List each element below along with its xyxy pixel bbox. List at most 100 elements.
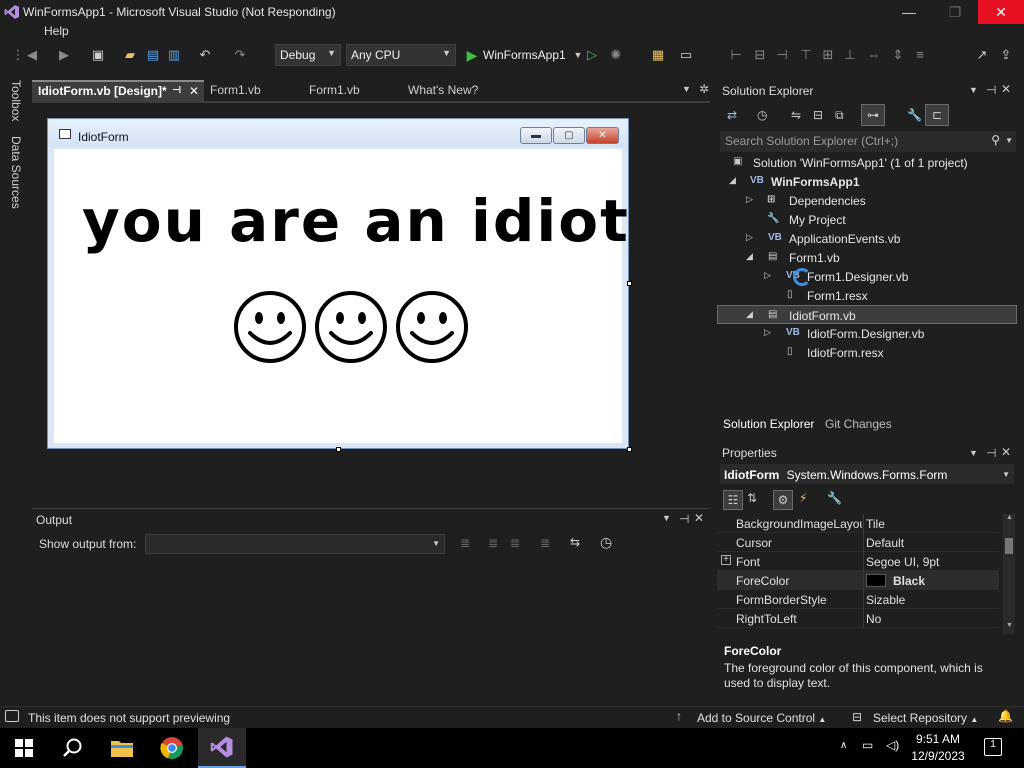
switch-views-icon[interactable]: ⇄: [727, 108, 737, 122]
collapse-icon[interactable]: ◢: [746, 251, 753, 262]
collapse-all-icon[interactable]: ⊟: [813, 108, 823, 122]
new-project-icon[interactable]: ▣: [90, 47, 106, 63]
tree-item-my-project[interactable]: 🔧 My Project: [717, 210, 1017, 229]
file-explorer-button[interactable]: [98, 728, 146, 768]
clock-icon[interactable]: ◷: [600, 534, 612, 551]
layout-icon[interactable]: ▭: [678, 47, 694, 63]
size-height-icon[interactable]: ⇕: [890, 47, 906, 63]
chevron-down-icon[interactable]: ▼: [969, 85, 978, 95]
share-icon[interactable]: ↗: [974, 47, 990, 63]
property-row[interactable]: FormBorderStyle Sizable: [717, 590, 999, 609]
history-icon[interactable]: ◷: [757, 108, 767, 122]
align-top-icon[interactable]: ⊤: [798, 47, 814, 63]
expand-icon[interactable]: +: [721, 555, 731, 565]
tab-form1-b[interactable]: Form1.vb: [303, 80, 402, 101]
run-target-label[interactable]: WinFormsApp1: [483, 48, 566, 62]
system-clock[interactable]: 9:51 AM 12/9/2023: [908, 731, 968, 765]
live-share-icon[interactable]: ⇪: [998, 47, 1014, 63]
collapse-icon[interactable]: ◢: [746, 309, 753, 320]
tab-idiotform-design[interactable]: IdiotForm.vb [Design]* ⊣ ✕: [32, 80, 204, 101]
open-folder-icon[interactable]: ▰: [122, 47, 138, 63]
find-message-icon[interactable]: ≣: [460, 536, 470, 550]
alphabetical-icon[interactable]: ⇅: [747, 491, 757, 505]
preview-selected-icon[interactable]: ⊶: [861, 104, 885, 126]
add-to-source-control[interactable]: Add to Source Control ▲: [697, 711, 826, 725]
tab-form1-a[interactable]: Form1.vb: [204, 80, 303, 101]
object-selector[interactable]: IdiotForm System.Windows.Forms.Form ▼: [720, 464, 1014, 484]
scroll-up-icon[interactable]: ▲: [1006, 514, 1013, 521]
chevron-down-icon[interactable]: ▼: [969, 448, 978, 458]
events-lightning-icon[interactable]: ⚡: [799, 491, 807, 505]
property-row[interactable]: RightToLeft No: [717, 609, 999, 628]
platform-select[interactable]: Any CPU ▼: [346, 44, 456, 66]
redo-icon[interactable]: ↷: [232, 47, 248, 63]
expand-icon[interactable]: ▷: [764, 270, 771, 281]
start-without-debug-icon[interactable]: ▷: [584, 47, 600, 63]
properties-icon[interactable]: ⊏: [925, 104, 949, 126]
align-bottom-icon[interactable]: ⊥: [842, 47, 858, 63]
chrome-button[interactable]: [148, 728, 196, 768]
categorized-icon[interactable]: ☷: [723, 490, 743, 510]
align-right-icon[interactable]: ⊣: [774, 47, 790, 63]
align-left-icon[interactable]: ⊢: [728, 47, 744, 63]
volume-icon[interactable]: ◁): [886, 738, 899, 752]
expand-icon[interactable]: ▷: [764, 327, 771, 338]
spacing-icon[interactable]: ≡: [912, 47, 928, 63]
tab-overflow-icon[interactable]: ▼: [682, 84, 691, 94]
tree-item-idiotform[interactable]: ◢ ▤ IdiotForm.vb: [717, 305, 1017, 324]
property-row[interactable]: Cursor Default: [717, 533, 999, 552]
tree-item-dependencies[interactable]: ▷ ⊞ Dependencies: [717, 191, 1017, 210]
visual-studio-taskbar-button[interactable]: [198, 728, 246, 768]
form-label-text[interactable]: you are an idiot: [82, 187, 630, 255]
data-sources-tab[interactable]: Data Sources: [9, 136, 23, 209]
pin-icon[interactable]: ⊣: [172, 85, 181, 96]
expand-icon[interactable]: ▷: [746, 194, 753, 205]
close-icon[interactable]: ✕: [694, 511, 704, 525]
chevron-up-icon[interactable]: ∧: [840, 740, 847, 751]
sync-icon[interactable]: ⇋: [791, 108, 801, 122]
search-button[interactable]: [48, 728, 96, 768]
minimize-button[interactable]: —: [886, 0, 932, 24]
clear-all-icon[interactable]: ≣: [540, 536, 550, 550]
network-icon[interactable]: ▭: [862, 738, 873, 752]
undo-icon[interactable]: ↶: [197, 47, 213, 63]
tree-item-form1-designer[interactable]: ▷ VB Form1.Designer.vb: [717, 267, 1017, 286]
designed-form-window[interactable]: IdiotForm ▬ ▢ ✕ you are an idiot: [47, 118, 629, 449]
scrollbar-thumb[interactable]: [1005, 538, 1013, 554]
size-width-icon[interactable]: ⇔: [866, 47, 882, 63]
hot-reload-icon[interactable]: ✺: [608, 47, 624, 63]
tab-git-changes[interactable]: Git Changes: [825, 417, 892, 431]
close-icon[interactable]: ✕: [1001, 445, 1011, 459]
prev-message-icon[interactable]: ≣: [488, 536, 498, 550]
pin-icon[interactable]: ⊣: [986, 83, 996, 97]
maximize-button[interactable]: ❐: [932, 0, 978, 24]
word-wrap-icon[interactable]: ⇆: [570, 535, 580, 549]
scroll-down-icon[interactable]: ▼: [1006, 622, 1013, 629]
tree-item-form1[interactable]: ◢ ▤ Form1.vb: [717, 248, 1017, 267]
gear-icon[interactable]: ✲: [699, 82, 709, 96]
pin-icon[interactable]: ⊣: [679, 512, 689, 526]
resize-handle-right[interactable]: [627, 281, 632, 286]
configuration-select[interactable]: Debug ▼: [275, 44, 341, 66]
solution-folder-icon[interactable]: ▦: [650, 47, 666, 63]
output-source-select[interactable]: ▼: [145, 534, 445, 554]
tab-solution-explorer[interactable]: Solution Explorer: [723, 417, 814, 431]
expand-icon[interactable]: ▷: [746, 232, 753, 243]
select-repository[interactable]: Select Repository ▲: [873, 711, 978, 725]
chevron-down-icon[interactable]: ▼: [662, 513, 671, 523]
wrench-icon[interactable]: 🔧: [907, 108, 922, 122]
close-button[interactable]: ✕: [978, 0, 1024, 24]
property-row[interactable]: + Font Segoe UI, 9pt: [717, 552, 999, 571]
save-icon[interactable]: ▤: [145, 47, 161, 63]
forward-icon[interactable]: ▶: [56, 47, 72, 63]
show-all-files-icon[interactable]: ⧉: [835, 108, 844, 123]
save-all-icon[interactable]: ▥: [166, 47, 182, 63]
tree-item-project[interactable]: ◢ VB WinFormsApp1: [717, 172, 1017, 191]
tree-item-idiotform-designer[interactable]: ▷ VB IdiotForm.Designer.vb: [717, 324, 1017, 343]
action-center-button[interactable]: 1: [984, 738, 1002, 756]
property-row-selected[interactable]: ForeColor Black: [717, 571, 999, 590]
properties-view-icon[interactable]: ⚙: [773, 490, 793, 510]
collapse-icon[interactable]: ◢: [729, 175, 736, 186]
tab-whats-new[interactable]: What's New?: [402, 80, 519, 101]
toolbox-tab[interactable]: Toolbox: [9, 80, 23, 121]
